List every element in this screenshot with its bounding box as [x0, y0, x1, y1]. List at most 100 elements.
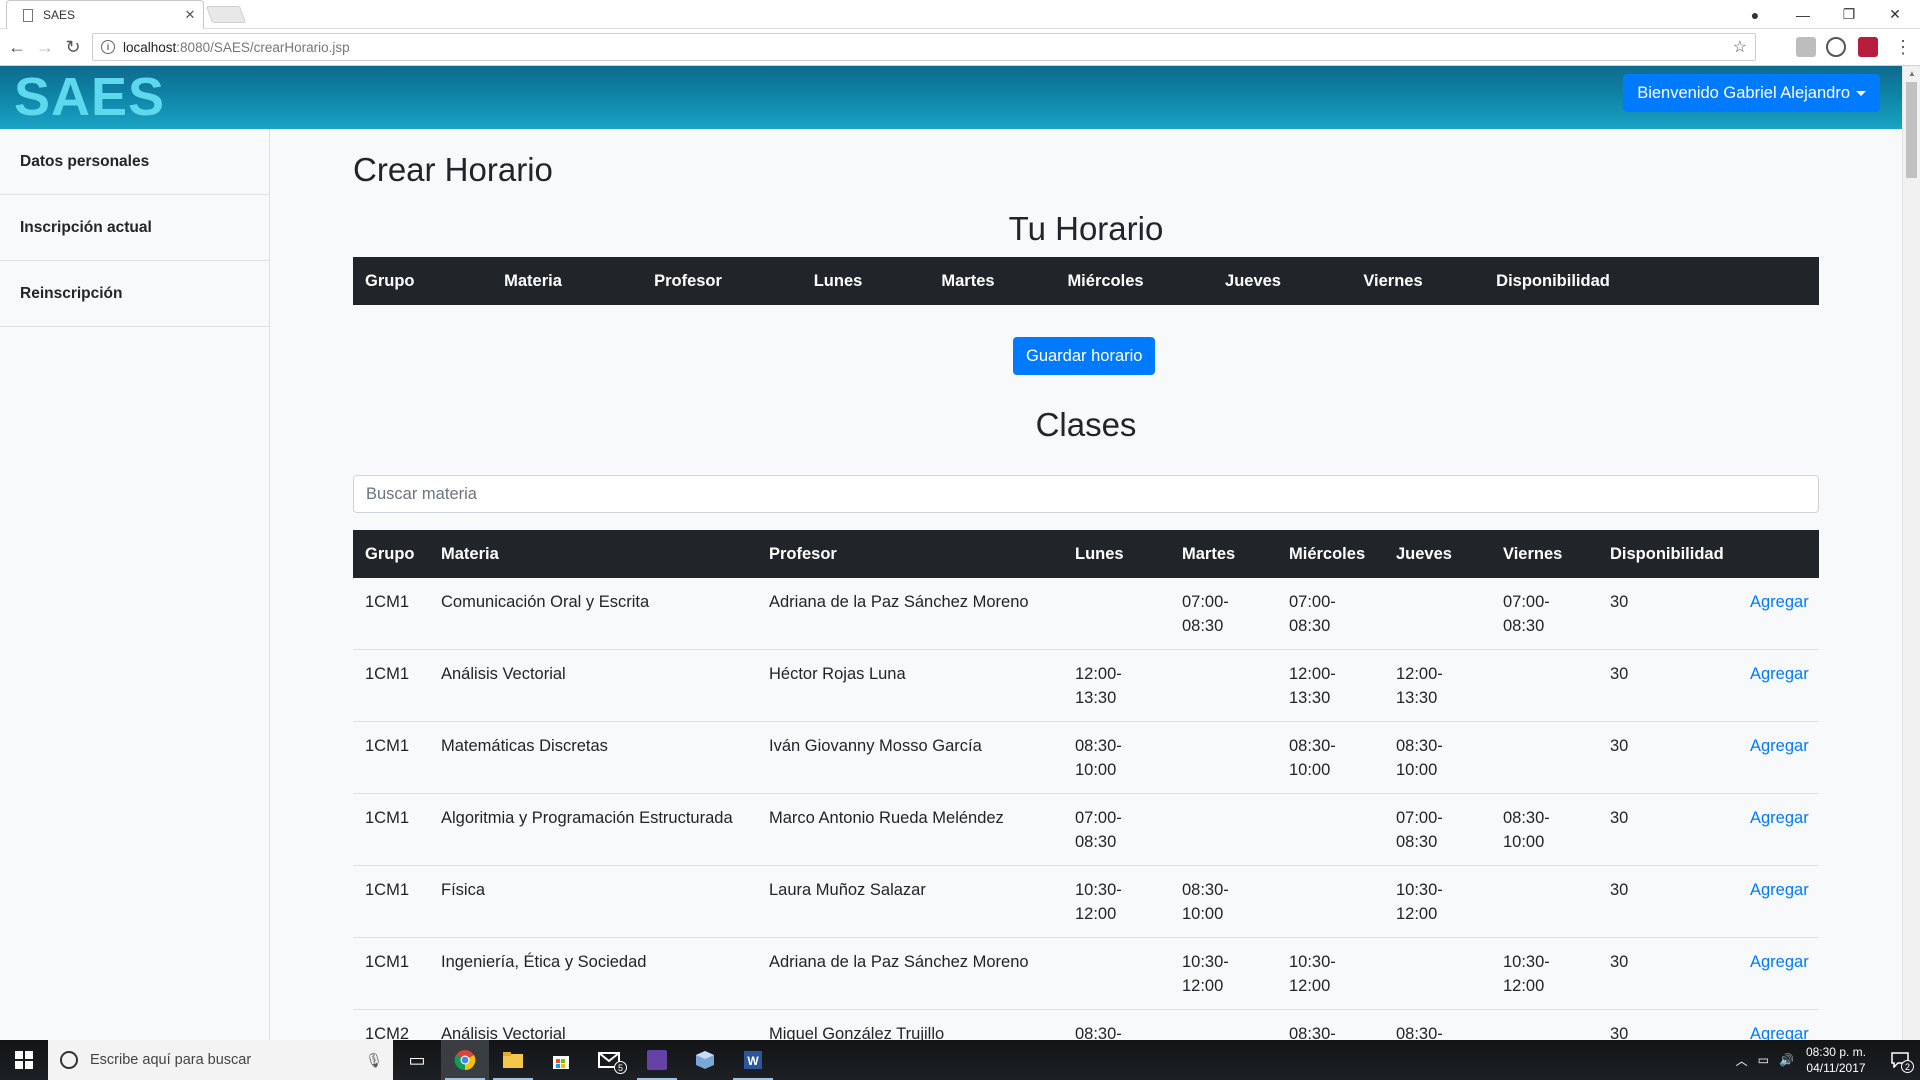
- cell-jueves: 10:30- 12:00: [1384, 865, 1491, 938]
- new-tab-button[interactable]: [205, 6, 247, 23]
- cell-materia: Ingeniería, Ética y Sociedad: [429, 937, 757, 1010]
- add-class-link[interactable]: Agregar: [1738, 937, 1819, 1010]
- cell-materia: Matemáticas Discretas: [429, 721, 757, 794]
- browser-toolbar: ← → ↻ i localhost :8080/SAES/crearHorari…: [0, 29, 1920, 66]
- extension-icon[interactable]: [1796, 37, 1816, 57]
- cell-profesor: Héctor Rojas Luna: [757, 649, 1063, 722]
- task-view-icon[interactable]: ▭: [393, 1040, 441, 1080]
- scrollbar-thumb[interactable]: [1906, 82, 1917, 178]
- browser-menu-icon[interactable]: ⋮: [1890, 34, 1916, 60]
- virtualbox-icon[interactable]: [681, 1040, 729, 1080]
- cell-grupo: 1CM1: [353, 937, 429, 1010]
- cell-jueves: 08:30- 10:00: [1384, 721, 1491, 794]
- chevron-up-icon[interactable]: ︿: [1736, 1052, 1748, 1069]
- table-row: 1CM1 Física Laura Muñoz Salazar 10:30- 12:0…: [353, 865, 1819, 938]
- column-header: Lunes: [1063, 530, 1170, 578]
- cell-miercoles: 08:30- 10:00: [1277, 721, 1384, 794]
- mail-icon[interactable]: 5: [585, 1040, 633, 1080]
- add-class-link[interactable]: Agregar: [1738, 1009, 1819, 1040]
- minimize-button[interactable]: —: [1780, 0, 1826, 29]
- cell-martes: [1170, 793, 1277, 866]
- sidebar-item-inscripcion-actual[interactable]: Inscripción actual: [0, 195, 269, 261]
- column-header: Martes: [903, 257, 1033, 305]
- table-row: 1CM1 Comunicación Oral y Escrita Adriana d…: [353, 578, 1819, 650]
- restore-button[interactable]: ❐: [1826, 0, 1872, 29]
- cell-jueves: [1384, 937, 1491, 1010]
- address-bar[interactable]: i localhost :8080/SAES/crearHorario.jsp …: [92, 33, 1756, 61]
- add-class-link[interactable]: Agregar: [1738, 649, 1819, 722]
- page-title: Crear Horario: [353, 151, 553, 188]
- url-path: :8080/SAES/crearHorario.jsp: [176, 39, 350, 55]
- extension-shield-icon[interactable]: [1826, 37, 1846, 57]
- sidebar-item-reinscripcion[interactable]: Reinscripción: [0, 261, 269, 327]
- forward-icon[interactable]: →: [32, 34, 58, 60]
- table-row: 1CM1 Análisis Vectorial Héctor Rojas Luna 1…: [353, 649, 1819, 722]
- table-row: 1CM1 Algoritmia y Programación Estructura…: [353, 793, 1819, 866]
- cell-lunes: 12:00- 13:30: [1063, 649, 1170, 722]
- file-explorer-icon[interactable]: [489, 1040, 537, 1080]
- sidebar-item-datos-personales[interactable]: Datos personales: [0, 129, 269, 195]
- back-icon[interactable]: ←: [4, 34, 30, 60]
- notifications-icon[interactable]: 2: [1880, 1040, 1920, 1080]
- column-header: Miércoles: [1033, 257, 1178, 305]
- classes-title: Clases: [1035, 406, 1137, 443]
- taskbar-search[interactable]: Escribe aquí para buscar 🎙: [48, 1040, 393, 1080]
- column-header: Materia: [429, 530, 757, 578]
- user-menu-button[interactable]: Bienvenido Gabriel Alejandro: [1623, 74, 1880, 112]
- classes-table-body: 1CM1 Comunicación Oral y Escrita Adriana d…: [353, 578, 1819, 1040]
- account-icon[interactable]: ●: [1732, 0, 1778, 29]
- cell-martes: [1170, 721, 1277, 794]
- column-header: Miércoles: [1277, 530, 1384, 578]
- svg-text:W: W: [747, 1054, 759, 1068]
- word-logo-icon: W: [744, 1051, 762, 1069]
- volume-icon[interactable]: 🔊: [1779, 1053, 1794, 1067]
- cell-martes: 10:30- 12:00: [1170, 937, 1277, 1010]
- close-window-button[interactable]: ✕: [1872, 0, 1918, 29]
- reload-icon[interactable]: ↻: [60, 34, 86, 60]
- tab-title: SAES: [43, 8, 76, 22]
- site-info-icon[interactable]: i: [101, 40, 115, 54]
- column-header: Grupo: [353, 257, 463, 305]
- twitch-icon[interactable]: [633, 1040, 681, 1080]
- network-icon[interactable]: ▭: [1758, 1053, 1769, 1067]
- word-icon[interactable]: W: [729, 1040, 777, 1080]
- cell-miercoles: [1277, 793, 1384, 866]
- cell-lunes: 08:30- 10:00: [1063, 1009, 1170, 1040]
- add-class-link[interactable]: Agregar: [1738, 793, 1819, 866]
- store-icon[interactable]: [537, 1040, 585, 1080]
- caret-down-icon: [1856, 90, 1866, 96]
- windows-taskbar: Escribe aquí para buscar 🎙 ▭ 5 W ︿ ▭ 🔊 0…: [0, 1040, 1920, 1080]
- clock[interactable]: 08:30 p. m. 04/11/2017: [1806, 1044, 1866, 1076]
- bookmark-star-icon[interactable]: ☆: [1733, 37, 1747, 57]
- column-header: Jueves: [1384, 530, 1491, 578]
- cell-viernes: [1491, 865, 1598, 938]
- microphone-icon[interactable]: 🎙: [365, 1052, 383, 1069]
- browser-tab[interactable]: SAES ✕: [6, 0, 204, 29]
- add-class-link[interactable]: Agregar: [1738, 865, 1819, 938]
- cell-disponibilidad: 30: [1598, 937, 1738, 1010]
- clock-time: 08:30 p. m.: [1805, 1045, 1866, 1059]
- start-button[interactable]: [0, 1040, 48, 1080]
- cell-grupo: 1CM1: [353, 793, 429, 866]
- notification-count: 2: [1901, 1060, 1914, 1073]
- tab-close-icon[interactable]: ✕: [177, 7, 203, 23]
- column-header: Jueves: [1178, 257, 1328, 305]
- cell-martes: 08:30- 10:00: [1170, 865, 1277, 938]
- extension-flag-icon[interactable]: [1858, 37, 1878, 57]
- page-scrollbar[interactable]: ▲: [1902, 66, 1920, 1040]
- add-class-link[interactable]: Agregar: [1738, 721, 1819, 794]
- column-header: Profesor: [757, 530, 1063, 578]
- chrome-taskbar-icon[interactable]: [441, 1040, 489, 1080]
- add-class-link[interactable]: Agregar: [1738, 578, 1819, 650]
- scroll-up-icon[interactable]: ▲: [1903, 66, 1920, 80]
- user-menu-label: Bienvenido Gabriel Alejandro: [1637, 83, 1850, 102]
- cell-disponibilidad: 30: [1598, 578, 1738, 650]
- save-schedule-button[interactable]: Guardar horario: [1013, 337, 1156, 375]
- cell-profesor: Iván Giovanny Mosso García: [757, 721, 1063, 794]
- search-subject-input[interactable]: [353, 475, 1819, 513]
- column-header: [1648, 257, 1819, 305]
- cell-miercoles: 10:30- 12:00: [1277, 937, 1384, 1010]
- url-host: localhost: [123, 39, 177, 55]
- column-header: Disponibilidad: [1458, 257, 1648, 305]
- saes-logo[interactable]: SAES: [14, 70, 165, 124]
